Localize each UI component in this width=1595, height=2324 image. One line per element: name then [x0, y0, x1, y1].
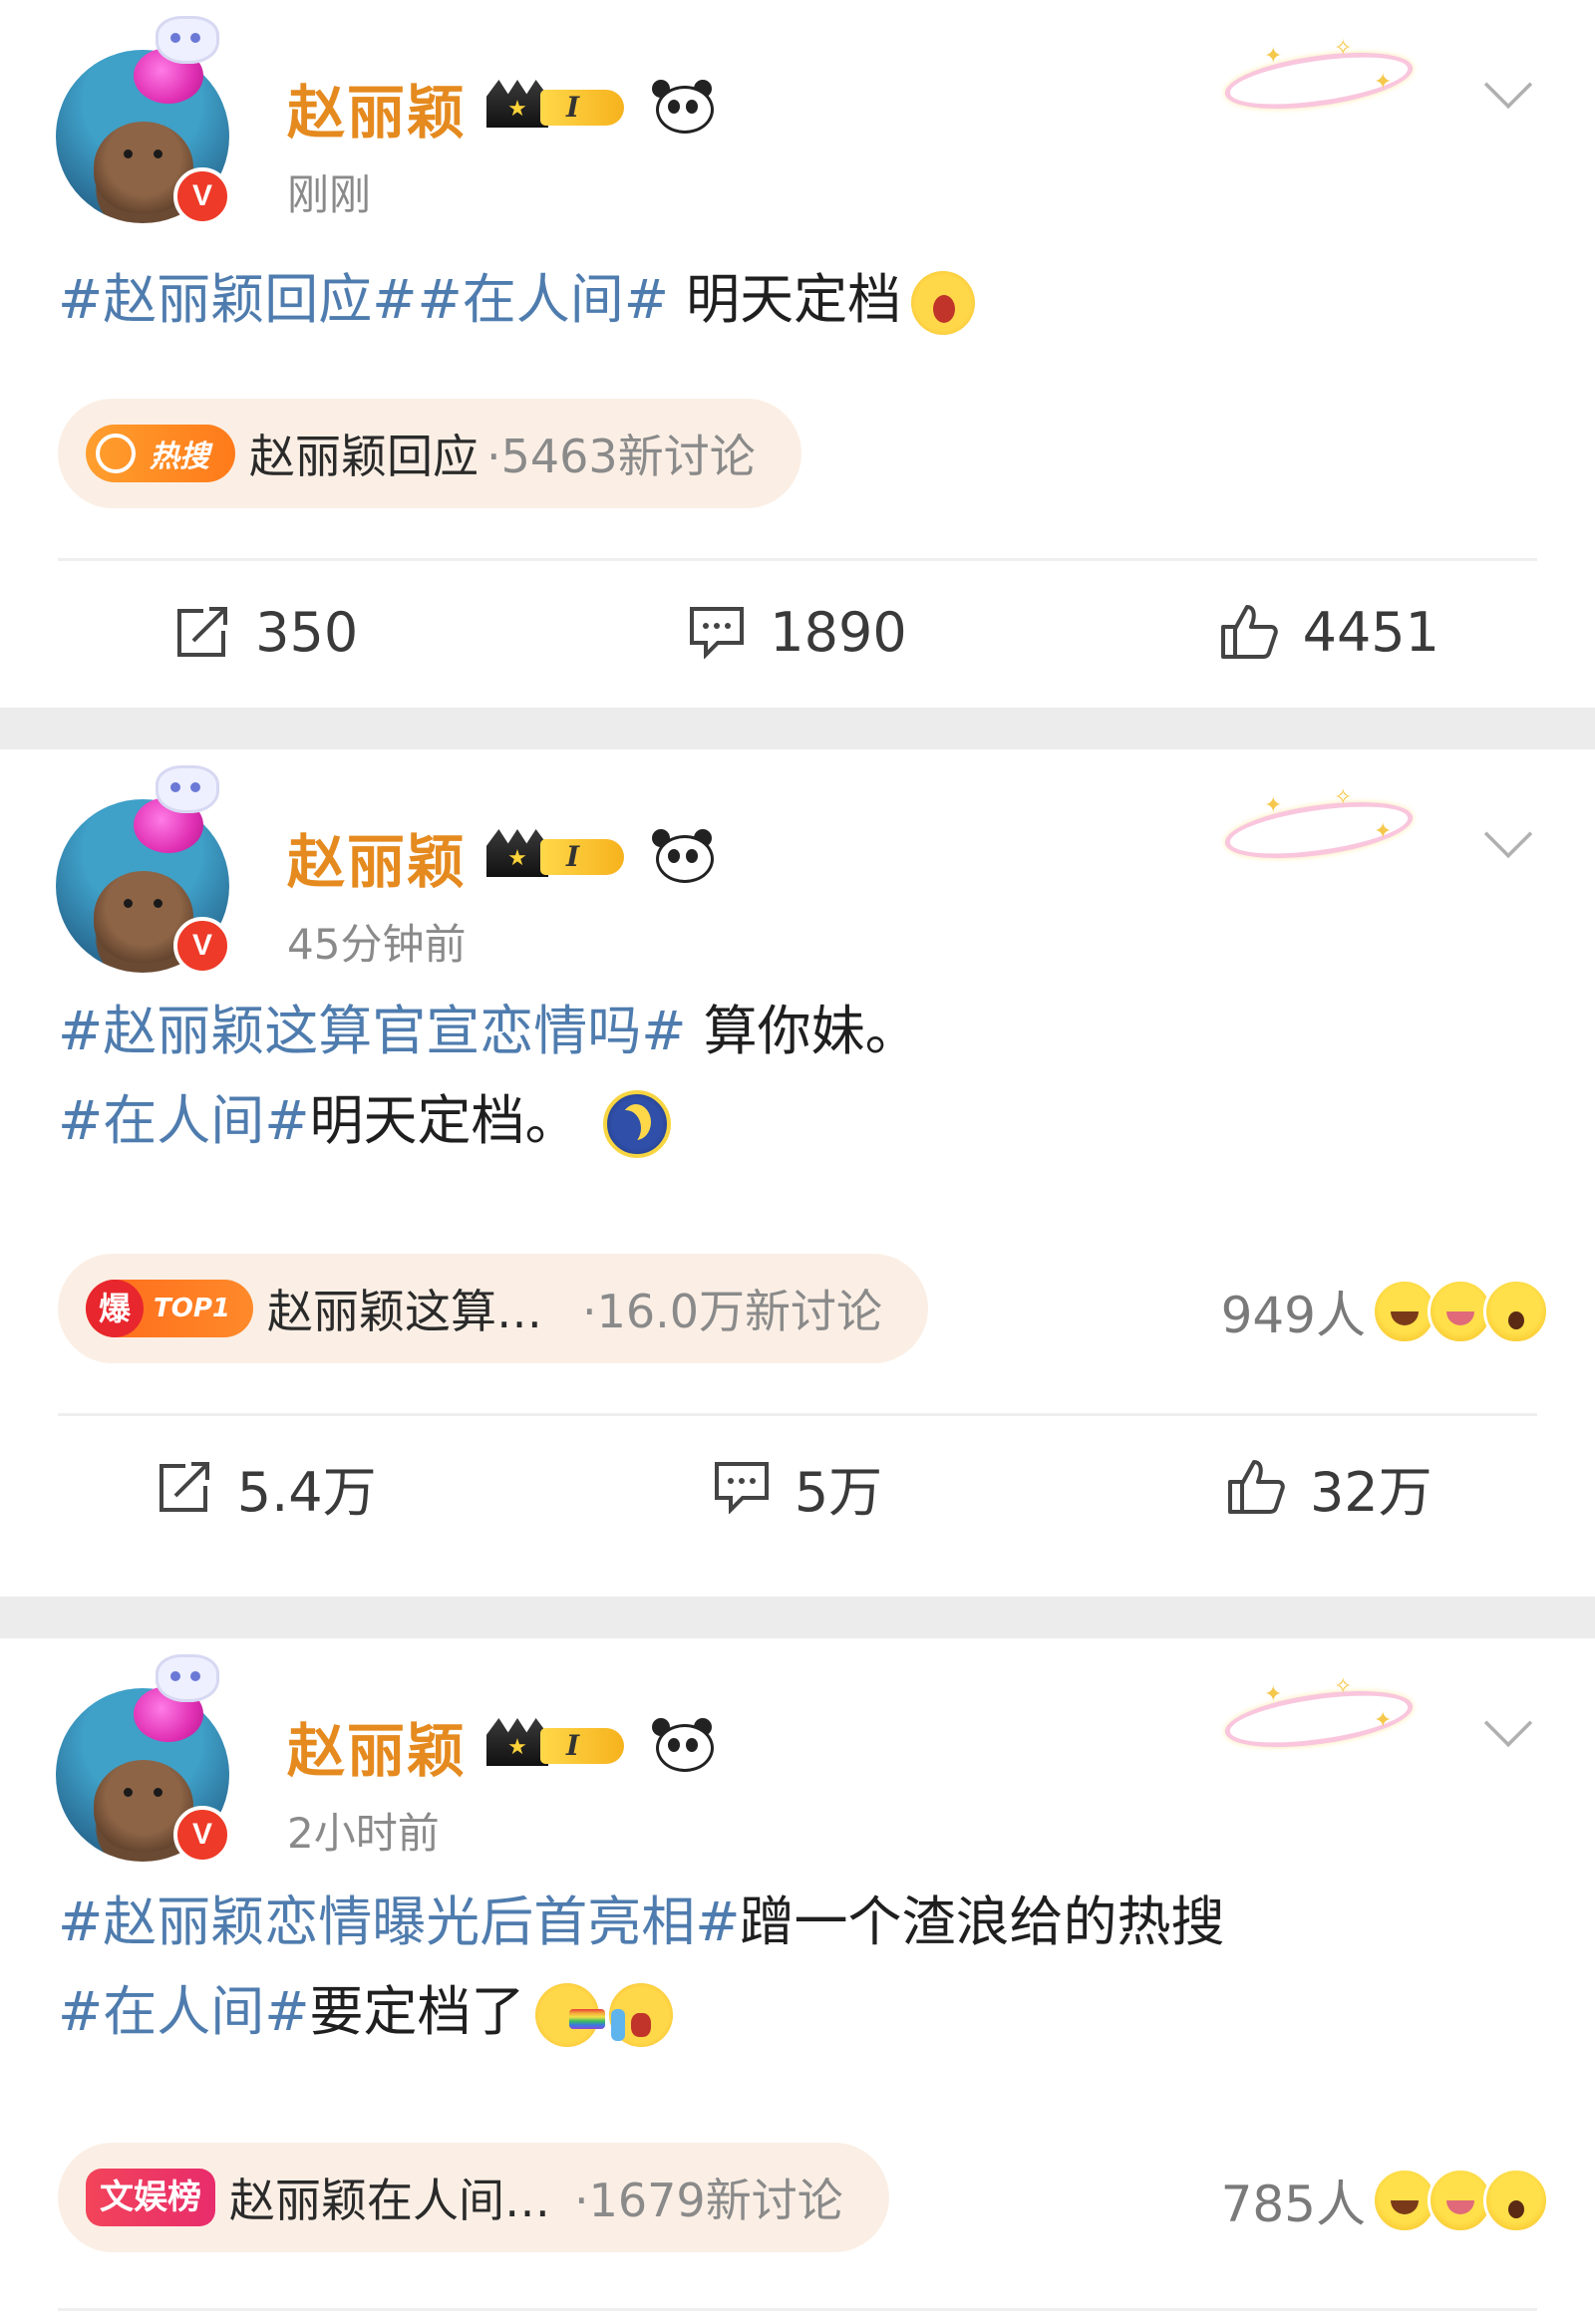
post-text-line: #赵丽颖回应##在人间# 明天定档	[58, 265, 976, 336]
panda-icon	[650, 1716, 714, 1772]
hot-topic-pill[interactable]: 热搜 赵丽颖回应 ·5463新讨论	[58, 399, 801, 508]
feed-separator	[0, 1597, 1595, 1638]
comment-button[interactable]: 5万	[531, 1437, 1063, 1537]
divider	[58, 1413, 1537, 1416]
hashtag-link[interactable]: #赵丽颖恋情曝光后首亮相#	[58, 1890, 741, 1953]
post-card[interactable]: V 赵丽颖 ★ I 2小时前 ✦ ✧ ✦ #赵丽颖恋情曝光后首亮相#蹭一个渣浪给的…	[0, 1638, 1595, 2324]
card-decoration: ✦ ✧ ✦	[1221, 1668, 1417, 1757]
repost-count: 350	[255, 600, 359, 664]
repost-count: 5.4万	[236, 1460, 377, 1524]
chevron-down-icon[interactable]	[1483, 809, 1533, 859]
vip-crown-badge: ★ I	[486, 829, 636, 879]
avatar[interactable]: V	[56, 1654, 231, 1864]
top1-badge: 爆 TOP1	[86, 1280, 253, 1337]
chevron-down-icon[interactable]	[1483, 60, 1533, 110]
card-decoration: ✦ ✧ ✦	[1221, 779, 1417, 868]
panda-icon	[650, 827, 714, 883]
hot-topic-pill[interactable]: 爆 TOP1 赵丽颖这算… ·16.0万新讨论	[58, 1254, 929, 1363]
search-icon	[96, 434, 136, 473]
post-text: 明天定档。	[309, 1089, 579, 1152]
topic-discussion-count: ·16.0万新讨论	[582, 1285, 883, 1338]
like-count: 32万	[1309, 1460, 1433, 1524]
author-name[interactable]: 赵丽颖	[287, 815, 467, 899]
topic-label: 赵丽颖在人间…	[229, 2174, 550, 2227]
card-decoration: ✦ ✧ ✦	[1221, 30, 1417, 119]
post-time: 刚刚	[287, 170, 372, 219]
avatar[interactable]: V	[56, 765, 231, 975]
cry-emoji	[608, 1983, 673, 2048]
post-text: 要定档了	[309, 1980, 525, 2043]
repost-button[interactable]: 5.4万	[0, 1437, 531, 1537]
post-text: 明天定档	[668, 268, 902, 331]
like-button[interactable]: 32万	[1064, 1437, 1595, 1537]
hot-topic-pill[interactable]: 文娱榜 赵丽颖在人间… ·1679新讨论	[58, 2143, 889, 2252]
vip-level: I	[540, 839, 624, 875]
comment-count: 5万	[794, 1460, 883, 1524]
avatar-pendant-decoration	[120, 16, 227, 116]
hashtag-link[interactable]: #赵丽颖这算官宣恋情吗#	[58, 1000, 687, 1062]
action-bar: 350 1890 4451	[0, 582, 1595, 682]
surprise-emoji	[1483, 2168, 1549, 2233]
vip-level: I	[540, 1728, 624, 1764]
topic-discussion-count: ·5463新讨论	[486, 430, 756, 483]
divider	[58, 558, 1537, 561]
reaction-summary[interactable]: 949人	[1221, 1276, 1549, 1347]
comment-icon	[714, 1462, 769, 1514]
post-text-line: #赵丽颖恋情曝光后首亮相#蹭一个渣浪给的热搜	[58, 1888, 1225, 1957]
verified-badge: V	[173, 917, 231, 975]
topic-label: 赵丽颖这算…	[267, 1285, 542, 1338]
post-card[interactable]: V 赵丽颖 ★ I 45分钟前 ✦ ✧ ✦ #赵丽颖这算官宣恋情吗# 算你妹。 #…	[0, 749, 1595, 1597]
avatar[interactable]: V	[56, 16, 231, 225]
yawn-emoji	[911, 271, 976, 336]
topic-label: 赵丽颖回应	[249, 430, 478, 483]
post-time: 45分钟前	[287, 920, 467, 969]
surprise-emoji	[1483, 1279, 1549, 1344]
post-text-line: #赵丽颖这算官宣恋情吗# 算你妹。	[58, 997, 919, 1066]
vip-crown-badge: ★ I	[486, 1718, 636, 1768]
comment-icon	[690, 607, 745, 659]
like-button[interactable]: 4451	[1064, 582, 1595, 682]
feed-separator	[0, 708, 1595, 749]
repost-icon	[177, 607, 228, 657]
reaction-count: 949人	[1220, 1287, 1366, 1344]
panda-icon	[650, 78, 714, 134]
vip-crown-badge: ★ I	[486, 80, 636, 130]
moon-emoji	[602, 1090, 671, 1159]
post-text: 蹭一个渣浪给的热搜	[740, 1890, 1225, 1953]
repost-icon	[159, 1462, 209, 1512]
chevron-down-icon[interactable]	[1483, 1698, 1533, 1748]
hashtag-link[interactable]: #在人间#	[58, 1089, 310, 1152]
action-bar: 5.4万 5万 32万	[0, 1437, 1595, 1537]
divider	[58, 2308, 1537, 2311]
thumbs-up-icon	[1227, 1460, 1285, 1514]
avatar-pendant-decoration	[120, 765, 227, 865]
entertainment-list-badge: 文娱榜	[86, 2169, 215, 2226]
author-name[interactable]: 赵丽颖	[287, 66, 467, 149]
verified-badge: V	[173, 1806, 231, 1864]
post-text-line: #在人间#明天定档。	[58, 1086, 671, 1159]
comment-button[interactable]: 1890	[531, 582, 1063, 682]
reaction-faces	[1372, 1279, 1549, 1344]
post-time: 2小时前	[287, 1809, 440, 1858]
hashtag-link[interactable]: #在人间#	[58, 1980, 310, 2043]
verified-badge: V	[173, 167, 231, 225]
reaction-summary[interactable]: 785人	[1221, 2165, 1549, 2236]
vip-level: I	[540, 90, 624, 126]
reaction-count: 785人	[1220, 2176, 1366, 2233]
topic-discussion-count: ·1679新讨论	[574, 2174, 843, 2227]
hashtag-link[interactable]: #赵丽颖回应##在人间#	[58, 268, 669, 331]
repost-button[interactable]: 350	[0, 582, 531, 682]
avatar-pendant-decoration	[120, 1654, 227, 1754]
post-card[interactable]: V 赵丽颖 ★ I 刚刚 ✦ ✧ ✦ #赵丽颖回应##在人间# 明天定档 热搜 赵…	[0, 0, 1595, 708]
reaction-faces	[1372, 2168, 1549, 2233]
rainbow-emoji	[534, 1983, 605, 2048]
author-name[interactable]: 赵丽颖	[287, 1704, 467, 1788]
thumbs-up-icon	[1220, 605, 1278, 659]
post-text: 算你妹。	[686, 1000, 919, 1062]
post-text-line: #在人间#要定档了	[58, 1977, 673, 2048]
hot-search-badge: 热搜	[86, 425, 235, 482]
comment-count: 1890	[770, 600, 907, 664]
like-count: 4451	[1302, 600, 1440, 664]
